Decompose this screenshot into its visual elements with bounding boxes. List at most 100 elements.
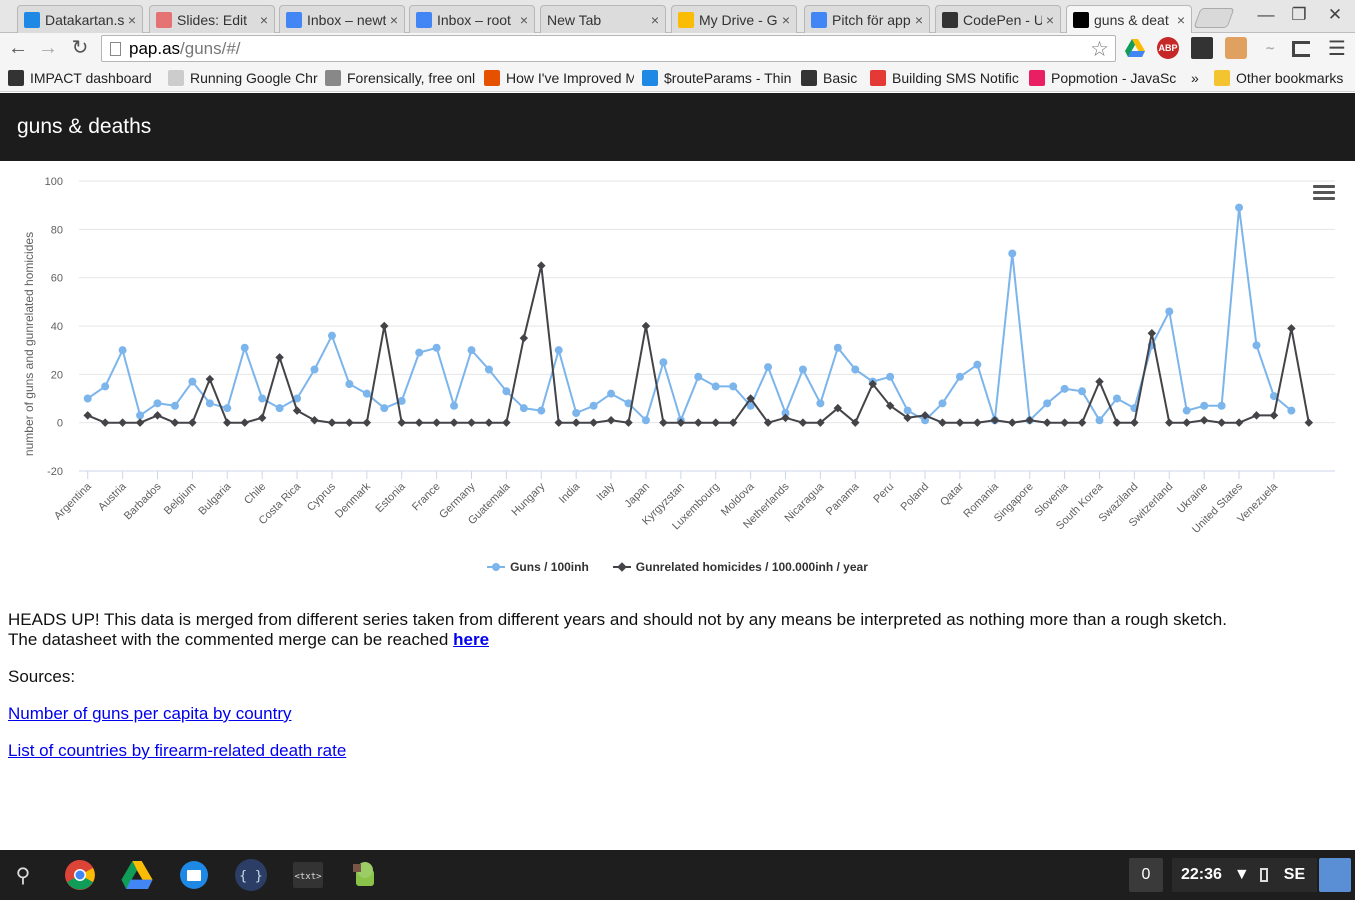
extension-face-icon[interactable] bbox=[1225, 37, 1247, 59]
status-tray[interactable]: 22:36 ▼ SE bbox=[1172, 858, 1317, 892]
notice-line-1: HEADS UP! This data is merged from diffe… bbox=[8, 610, 1227, 629]
close-window-icon[interactable]: ✕ bbox=[1324, 4, 1346, 26]
bookmark-star-icon[interactable]: ☆ bbox=[1090, 37, 1109, 62]
tab-strip: Datakartan.se × Slides: Edit × Inbox – newt ×… bbox=[0, 0, 1355, 34]
url-host: pap.as bbox=[129, 38, 181, 58]
bookmark-2[interactable]: Running Google Chro bbox=[168, 69, 318, 87]
homicide-data-point bbox=[118, 418, 127, 427]
forward-arrow-icon[interactable]: → bbox=[36, 36, 60, 60]
maximize-icon[interactable]: ❐ bbox=[1288, 4, 1310, 26]
x-tick-label: Barbados bbox=[122, 480, 164, 522]
x-tick-label: Qatar bbox=[938, 480, 966, 508]
bookmark-3[interactable]: Forensically, free onl bbox=[325, 69, 475, 87]
source-link-guns-per-capita[interactable]: Number of guns per capita by country bbox=[8, 704, 291, 723]
user-avatar[interactable] bbox=[1319, 858, 1351, 892]
homicide-data-point bbox=[1252, 411, 1261, 420]
launcher-search-icon[interactable]: ⚲ bbox=[4, 856, 42, 894]
homicide-data-point bbox=[694, 418, 703, 427]
guns-data-point bbox=[764, 363, 773, 372]
x-tick-label: Denmark bbox=[333, 480, 373, 520]
legend-item-homicides[interactable]: Gunrelated homicides / 100.000inh / year bbox=[612, 560, 868, 574]
tab-close-icon[interactable]: × bbox=[128, 12, 136, 28]
svg-text:{ }: { } bbox=[239, 869, 262, 884]
x-tick-label: Austria bbox=[96, 480, 129, 513]
source-link-firearm-death-rate[interactable]: List of countries by firearm-related dea… bbox=[8, 741, 346, 760]
tab-4[interactable]: Inbox – root × bbox=[409, 5, 535, 33]
chrome-icon[interactable] bbox=[61, 856, 99, 894]
tab-close-icon[interactable]: × bbox=[782, 12, 790, 28]
text-app-icon[interactable]: <txt> bbox=[289, 856, 327, 894]
guns-data-point bbox=[851, 365, 860, 374]
homicide-data-point bbox=[1095, 377, 1104, 386]
files-app-icon[interactable] bbox=[175, 856, 213, 894]
tab-close-icon[interactable]: × bbox=[520, 12, 528, 28]
page-icon bbox=[110, 41, 121, 56]
legend-item-guns[interactable]: Guns / 100inh bbox=[487, 560, 589, 574]
sources-label: Sources: bbox=[8, 667, 76, 686]
other-bookmarks[interactable]: Other bookmarks bbox=[1214, 69, 1343, 87]
extension-script-icon[interactable]: ∼ bbox=[1259, 37, 1281, 59]
bookmark-1[interactable]: IMPACT dashboard bbox=[8, 69, 160, 87]
tab-close-icon[interactable]: × bbox=[915, 12, 923, 28]
guns-data-point bbox=[641, 416, 650, 425]
guns-data-point bbox=[502, 387, 511, 396]
tab-title: Pitch för app bbox=[832, 11, 911, 28]
guns-data-point bbox=[310, 365, 319, 374]
minimize-icon[interactable]: — bbox=[1255, 4, 1277, 26]
menu-icon[interactable]: ☰ bbox=[1326, 37, 1348, 60]
tab-8[interactable]: CodePen - U × bbox=[935, 5, 1061, 33]
homicide-data-point bbox=[257, 413, 267, 423]
x-tick-label: Argentina bbox=[52, 480, 94, 522]
homicide-data-point bbox=[240, 418, 249, 427]
tab-close-icon[interactable]: × bbox=[260, 12, 268, 28]
tab-2[interactable]: Slides: Edit × bbox=[149, 5, 275, 33]
legend-guns-symbol bbox=[487, 561, 506, 573]
guns-data-point bbox=[711, 382, 720, 391]
google-drive-app-icon[interactable] bbox=[118, 856, 156, 894]
bookmark-7[interactable]: Building SMS Notific bbox=[870, 69, 1020, 87]
tab-close-icon[interactable]: × bbox=[390, 12, 398, 28]
legend-homicides-symbol bbox=[612, 561, 631, 573]
guns-data-point bbox=[1182, 406, 1191, 415]
homicide-data-point bbox=[502, 418, 511, 427]
homicide-data-point bbox=[1234, 418, 1244, 427]
guns-data-point bbox=[886, 372, 895, 381]
tab-close-icon[interactable]: × bbox=[651, 12, 659, 28]
tab-6[interactable]: My Drive - G × bbox=[671, 5, 797, 33]
reload-icon[interactable]: ↻ bbox=[68, 36, 92, 60]
extension-film-icon[interactable] bbox=[1191, 37, 1213, 59]
bookmark-label: Building SMS Notific bbox=[892, 70, 1019, 86]
guns-data-point bbox=[1287, 406, 1296, 415]
guns-data-point bbox=[380, 404, 389, 413]
tab-1[interactable]: Datakartan.se × bbox=[17, 5, 143, 33]
adblock-icon[interactable]: ABP bbox=[1157, 37, 1179, 59]
caret-editor-icon[interactable]: { } bbox=[232, 856, 270, 894]
tab-close-icon[interactable]: × bbox=[1177, 12, 1185, 28]
tab-3[interactable]: Inbox – newt × bbox=[279, 5, 405, 33]
tab-5[interactable]: New Tab × bbox=[540, 5, 666, 33]
datasheet-link[interactable]: here bbox=[453, 630, 489, 649]
address-bar[interactable]: pap.as/guns/#/ ☆ bbox=[101, 35, 1116, 62]
homicide-data-point bbox=[153, 411, 162, 420]
x-tick-label: Japan bbox=[622, 481, 652, 511]
notification-count[interactable]: 0 bbox=[1129, 858, 1163, 892]
new-tab-button[interactable] bbox=[1193, 8, 1235, 28]
bookmark-8[interactable]: Popmotion - JavaSc bbox=[1029, 69, 1179, 87]
android-app-icon[interactable] bbox=[346, 856, 384, 894]
bookmark-6[interactable]: Basic bbox=[801, 69, 863, 87]
chart-context-menu-icon[interactable] bbox=[1313, 185, 1335, 201]
tab-title: New Tab bbox=[547, 11, 602, 28]
bookmark-5[interactable]: $routeParams - Thin bbox=[642, 69, 792, 87]
bookmark-label: Running Google Chro bbox=[190, 70, 318, 86]
bookmarks-overflow-icon[interactable]: » bbox=[1191, 69, 1199, 87]
homicide-data-point bbox=[275, 353, 284, 362]
tab-close-icon[interactable]: × bbox=[1046, 12, 1054, 28]
drive-extension-icon[interactable] bbox=[1124, 37, 1146, 59]
tab-7[interactable]: Pitch för app × bbox=[804, 5, 930, 33]
bookmark-4[interactable]: How I've Improved M bbox=[484, 69, 634, 87]
guns-data-point bbox=[729, 382, 738, 391]
tab-9[interactable]: guns & deat × bbox=[1066, 5, 1192, 34]
cast-icon[interactable] bbox=[1292, 41, 1310, 57]
back-arrow-icon[interactable]: ← bbox=[6, 36, 30, 60]
guns-data-point bbox=[450, 401, 459, 410]
